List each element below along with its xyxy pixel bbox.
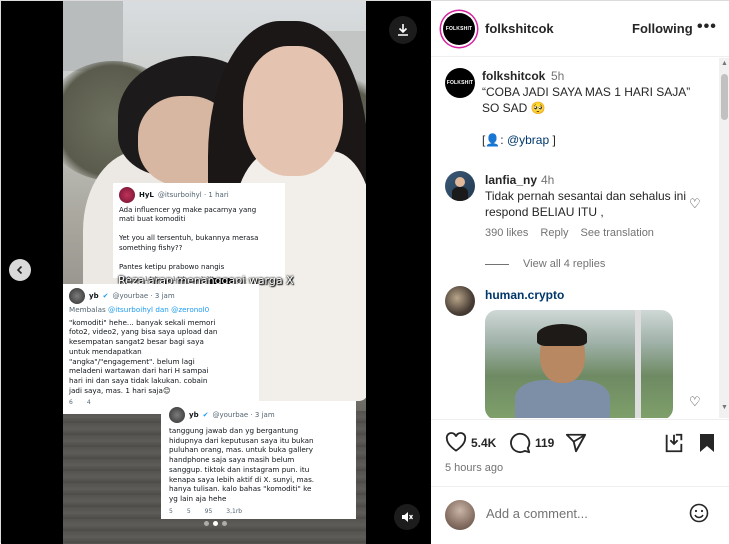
- add-comment-bar: [431, 486, 729, 544]
- heart-icon[interactable]: [445, 432, 467, 458]
- tweet-handle: @itsurboihyl · 1 hari: [157, 191, 229, 199]
- comment-username[interactable]: human.crypto: [485, 288, 564, 302]
- tweet-stat-retweets: 5: [186, 507, 191, 515]
- account-avatar[interactable]: FOLKSHIT: [443, 13, 475, 45]
- comments-list: FOLKSHIT folkshitcok 5h “COBA JADI SAYA …: [431, 58, 719, 418]
- download-icon: [398, 24, 408, 36]
- speaker-muted-icon: [402, 512, 414, 522]
- scroll-up-arrow-icon[interactable]: ▲: [721, 60, 728, 67]
- tweet-handle: @yourbae · 3 jam: [112, 292, 175, 300]
- current-user-avatar: [445, 500, 475, 530]
- tweet-reply-line: Membalas @itsurboihyl dan @zeronol0: [69, 305, 253, 315]
- more-horizontal-icon[interactable]: •••: [697, 18, 717, 36]
- comment-count[interactable]: 119: [535, 436, 554, 450]
- tweet-stat-likes: 95: [204, 507, 213, 515]
- comment-like-heart-icon[interactable]: ♡: [689, 196, 701, 212]
- previous-media-button[interactable]: [9, 259, 31, 281]
- scrollbar-thumb[interactable]: [721, 74, 728, 120]
- replies-divider: [485, 263, 509, 265]
- tweet-stat-retweets: 4: [86, 399, 91, 407]
- comment-avatar[interactable]: [445, 286, 475, 316]
- tweet-card-hyl: HyL @itsurboihyl · 1 hari Ada influencer…: [113, 183, 285, 283]
- tweet-stats: 5 5 95 3,1rb: [169, 508, 348, 515]
- carousel-dots: [204, 521, 227, 526]
- tweet-name: HyL: [139, 191, 154, 199]
- scroll-down-arrow-icon[interactable]: ▼: [721, 404, 728, 411]
- comment-reply-button[interactable]: Reply: [540, 227, 568, 239]
- reply-mentions: @itsurboihyl dan @zeronol0: [108, 305, 210, 314]
- carousel-dot[interactable]: [222, 521, 227, 526]
- see-translation-link[interactable]: See translation: [581, 227, 654, 239]
- download-button[interactable]: [389, 16, 417, 44]
- view-replies-button[interactable]: View all 4 replies: [485, 258, 605, 270]
- emoji-icon[interactable]: [689, 503, 709, 528]
- tweet-stat-replies: 5: [169, 507, 173, 515]
- comment-meta: 390 likes Reply See translation: [485, 227, 654, 239]
- tweet-header: HyL @itsurboihyl · 1 hari: [119, 187, 279, 203]
- verified-badge-icon: ✔: [202, 411, 209, 419]
- media-pane: HyL @itsurboihyl · 1 hari Ada influencer…: [1, 1, 431, 544]
- credit-link[interactable]: @ybrap: [507, 133, 549, 147]
- chevron-left-icon: [16, 265, 23, 275]
- post-dialog: HyL @itsurboihyl · 1 hari Ada influencer…: [0, 0, 729, 544]
- tweet-avatar: [169, 407, 185, 423]
- add-comment-input[interactable]: [486, 506, 676, 521]
- post-sidebar: FOLKSHIT folkshitcok Following ••• FOLKS…: [431, 1, 729, 544]
- post-time-ago[interactable]: 5 hours ago: [445, 462, 503, 474]
- credit-prefix: [👤:: [482, 133, 507, 147]
- tweet-card-yb-reply: yb ✔ @yourbae · 3 jam Membalas @itsurboi…: [63, 284, 259, 414]
- caption-time: 5h: [551, 69, 565, 83]
- view-replies-label: View all 4 replies: [523, 258, 606, 270]
- comment-text: Tidak pernah sesantai dan sehalus ini re…: [485, 189, 687, 219]
- image-person-body: [515, 380, 610, 418]
- comment-likes[interactable]: 390 likes: [485, 227, 528, 239]
- reply-prefix: Membalas: [69, 305, 109, 314]
- following-button[interactable]: Following: [632, 21, 693, 36]
- tweet-name: yb: [189, 411, 199, 419]
- comment-image[interactable]: [485, 310, 673, 418]
- tweet-card-yb: yb ✔ @yourbae · 3 jam tanggung jawab dan…: [161, 401, 356, 519]
- bookmark-icon[interactable]: [697, 432, 717, 460]
- tweet-handle: @yourbae · 3 jam: [212, 411, 275, 419]
- tweet-avatar: [119, 187, 135, 203]
- add-to-story-icon[interactable]: [663, 432, 685, 460]
- tweet-header: yb ✔ @yourbae · 3 jam: [69, 288, 253, 304]
- carousel-dot-active[interactable]: [213, 521, 218, 526]
- account-username[interactable]: folkshitcok: [485, 21, 554, 36]
- caption-credit: [👤: @ybrap ]: [482, 133, 556, 147]
- image-person-hair: [537, 324, 587, 346]
- comment-time: 4h: [541, 173, 555, 187]
- tweet-stat-views: 3,1rb: [226, 507, 243, 515]
- tweet-stat-replies: 6: [69, 399, 73, 407]
- comment-like-heart-icon[interactable]: ♡: [689, 394, 701, 410]
- mute-button[interactable]: [394, 504, 420, 530]
- image-swing-post: [635, 310, 641, 418]
- verified-badge-icon: ✔: [102, 292, 109, 300]
- tweet-header: yb ✔ @yourbae · 3 jam: [169, 407, 348, 423]
- comment-avatar[interactable]: [445, 171, 475, 201]
- credit-suffix: ]: [549, 133, 556, 147]
- tweet-body: Ada influencer yg make pacarnya yang mat…: [119, 206, 259, 271]
- comment-bubble-icon[interactable]: [509, 432, 531, 460]
- tweet-name: yb: [89, 292, 99, 300]
- person-right-face: [243, 46, 343, 176]
- carousel-dot[interactable]: [204, 521, 209, 526]
- post-header: FOLKSHIT folkshitcok Following •••: [431, 1, 729, 57]
- caption-author-username[interactable]: folkshitcok: [482, 69, 545, 83]
- tweet-body: tanggung jawab dan yg bergantung hidupny…: [169, 426, 315, 504]
- tweet-avatar: [69, 288, 85, 304]
- comment-username[interactable]: lanfia_ny: [485, 173, 537, 187]
- like-count[interactable]: 5.4K: [471, 436, 496, 450]
- comments-scrollbar[interactable]: ▲ ▼: [719, 58, 729, 418]
- caption-text: “COBA JADI SAYA MAS 1 HARI SAJA” SO SAD …: [482, 85, 691, 115]
- paper-plane-icon[interactable]: [565, 432, 587, 460]
- caption-author-avatar[interactable]: FOLKSHIT: [445, 68, 475, 98]
- tweet-body: "komoditi" hehe... banyak sekali memori …: [69, 317, 218, 395]
